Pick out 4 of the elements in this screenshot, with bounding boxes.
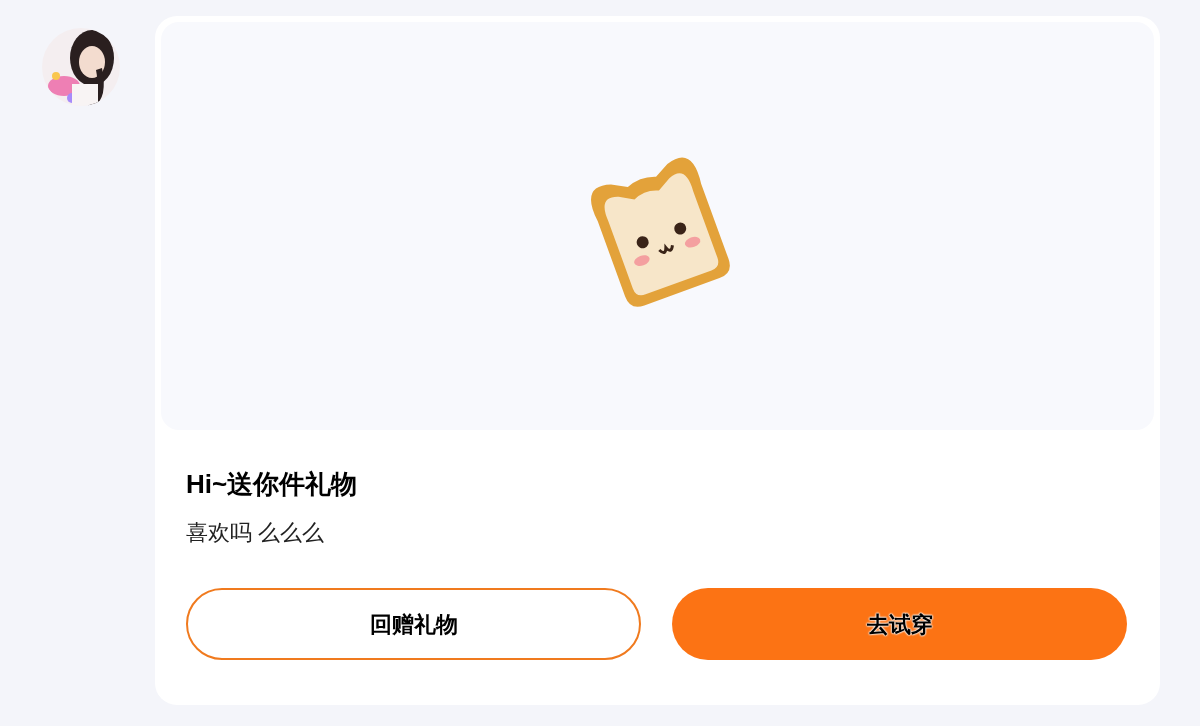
return-gift-button[interactable]: 回赠礼物	[186, 588, 641, 660]
gift-title: Hi~送你件礼物	[186, 468, 359, 501]
gift-message: 喜欢吗 么么么	[186, 519, 326, 547]
try-on-button[interactable]: 去试穿	[672, 588, 1127, 660]
